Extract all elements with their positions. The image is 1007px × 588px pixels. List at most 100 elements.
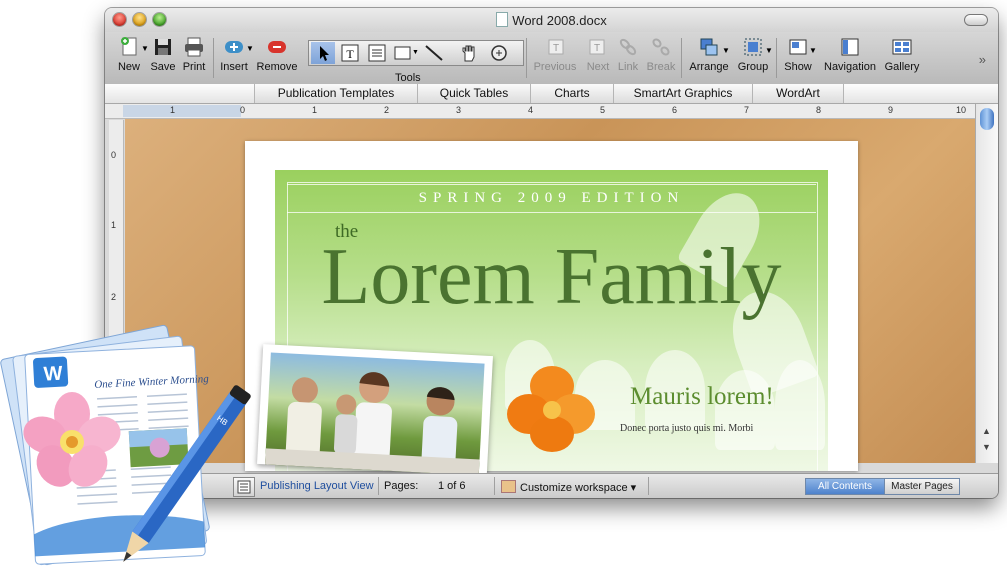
status-separator — [494, 477, 495, 495]
ruler-number: 4 — [528, 105, 534, 115]
newsletter-title: Lorem Family — [321, 233, 782, 321]
tab-smartart-graphics[interactable]: SmartArt Graphics — [613, 84, 753, 103]
toolbar: New ▼ Save Print Insert ▼ Remove T ▼ Too… — [105, 32, 998, 85]
linked-text-box-tool[interactable] — [365, 42, 389, 64]
arrange-label: Arrange — [689, 61, 729, 73]
ruler-number: 8 — [816, 105, 822, 115]
article-body: Donec porta justo quis mi. Morbi — [620, 423, 754, 434]
pages-value: 1 of 6 — [438, 480, 466, 492]
more-toolbar-items-icon[interactable]: » — [979, 52, 986, 67]
next-label: Next — [586, 61, 610, 73]
hand-icon — [462, 45, 475, 62]
ruler-number: 9 — [888, 105, 894, 115]
shape-dropdown-icon[interactable]: ▼ — [412, 49, 419, 56]
document-page[interactable]: SPRING 2009 EDITION the Lorem Family Mau… — [245, 141, 858, 476]
ruler-number: 10 — [956, 105, 967, 115]
ruler-number: 0 — [240, 105, 246, 115]
article-heading: Mauris lorem! — [630, 383, 774, 410]
tools-label: Tools — [395, 72, 421, 84]
view-name[interactable]: Publishing Layout View — [260, 480, 374, 492]
toolbar-toggle-button[interactable] — [964, 14, 988, 26]
zoom-tool[interactable] — [487, 42, 511, 64]
new-document-icon — [121, 37, 137, 56]
new-button[interactable]: New — [115, 36, 143, 73]
break-button[interactable]: Break — [645, 36, 677, 73]
horizontal-ruler[interactable]: 1 0 1 2 3 4 5 6 7 8 9 10 — [105, 104, 975, 119]
arrange-icon — [700, 38, 718, 56]
remove-button[interactable]: Remove — [255, 36, 299, 73]
svg-text:W: W — [43, 363, 63, 386]
remove-label: Remove — [256, 61, 298, 73]
family-photo[interactable] — [257, 344, 493, 476]
next-button[interactable]: T Next — [583, 36, 613, 73]
family-photo-image — [265, 352, 485, 476]
toolbar-separator — [681, 38, 682, 78]
scroll-down-arrow-icon[interactable]: ▼ — [982, 442, 991, 452]
hand-tool[interactable] — [457, 42, 481, 64]
scroll-up-arrow-icon[interactable]: ▲ — [982, 426, 991, 436]
insert-button[interactable]: Insert — [217, 36, 251, 73]
window-title: Word 2008.docx — [105, 12, 998, 28]
ruler-number: 7 — [744, 105, 750, 115]
gallery-button[interactable]: Gallery — [882, 36, 922, 73]
next-text-box-icon: T — [589, 39, 605, 55]
previous-text-box-icon: T — [548, 39, 564, 55]
edition-heading: SPRING 2009 EDITION — [418, 190, 685, 206]
previous-button[interactable]: T Previous — [531, 36, 579, 73]
tab-quick-tables[interactable]: Quick Tables — [417, 84, 531, 103]
scrollbar-thumb[interactable] — [980, 108, 994, 130]
broken-link-icon — [652, 38, 670, 56]
link-button[interactable]: Link — [615, 36, 641, 73]
line-tool[interactable] — [422, 42, 446, 64]
ruler-number: 2 — [111, 292, 117, 302]
tab-wordart[interactable]: WordArt — [752, 84, 844, 103]
remove-page-icon — [268, 41, 286, 53]
title-bar[interactable]: Word 2008.docx — [105, 8, 998, 32]
show-label: Show — [784, 61, 812, 73]
window-title-text: Word 2008.docx — [512, 13, 607, 28]
chain-link-icon — [619, 38, 637, 56]
orange-flower-image — [507, 366, 595, 452]
toolbar-separator — [213, 38, 214, 78]
ruler-number: 2 — [384, 105, 390, 115]
new-dropdown-icon[interactable]: ▼ — [141, 44, 149, 53]
ruler-margin — [123, 105, 241, 117]
tab-publication-templates[interactable]: Publication Templates — [254, 84, 418, 103]
tab-charts[interactable]: Charts — [530, 84, 614, 103]
ruler-number: 5 — [600, 105, 606, 115]
insert-dropdown-icon[interactable]: ▼ — [246, 44, 254, 53]
print-button[interactable]: Print — [179, 36, 209, 73]
printer-icon — [185, 37, 203, 57]
gallery-label: Gallery — [884, 61, 920, 73]
svg-text:T: T — [594, 43, 600, 54]
save-icon — [155, 39, 171, 55]
customize-workspace-menu[interactable]: Customize workspace ▾ — [501, 480, 636, 494]
insert-page-icon — [225, 41, 243, 53]
pointer-icon — [320, 46, 329, 61]
pages-label: Pages: — [384, 480, 419, 492]
svg-text:T: T — [346, 47, 354, 61]
text-box-tool[interactable]: T — [338, 42, 362, 64]
ruler-number: 1 — [111, 220, 117, 230]
group-dropdown-icon[interactable]: ▼ — [765, 46, 773, 55]
status-separator — [378, 477, 379, 495]
ruler-number: 1 — [170, 105, 176, 115]
master-pages-tab[interactable]: Master Pages — [884, 478, 960, 495]
link-label: Link — [617, 61, 639, 73]
break-label: Break — [646, 61, 676, 73]
select-tool[interactable] — [311, 42, 335, 64]
all-contents-tab[interactable]: All Contents — [805, 478, 885, 495]
save-button[interactable]: Save — [149, 36, 177, 73]
status-separator — [648, 477, 649, 495]
ruler-number: 3 — [456, 105, 462, 115]
navigation-button[interactable]: Navigation — [819, 36, 881, 73]
show-dropdown-icon[interactable]: ▼ — [809, 46, 817, 55]
vertical-scrollbar[interactable]: ▲ ▼ — [975, 104, 998, 463]
arrange-dropdown-icon[interactable]: ▼ — [722, 46, 730, 55]
previous-label: Previous — [533, 61, 577, 73]
customize-workspace-label: Customize workspace — [520, 482, 628, 494]
new-label: New — [117, 61, 140, 73]
elements-gallery-tabs: Publication Templates Quick Tables Chart… — [105, 84, 998, 104]
ruler-number: 0 — [111, 150, 117, 160]
ruler-number: 6 — [672, 105, 678, 115]
